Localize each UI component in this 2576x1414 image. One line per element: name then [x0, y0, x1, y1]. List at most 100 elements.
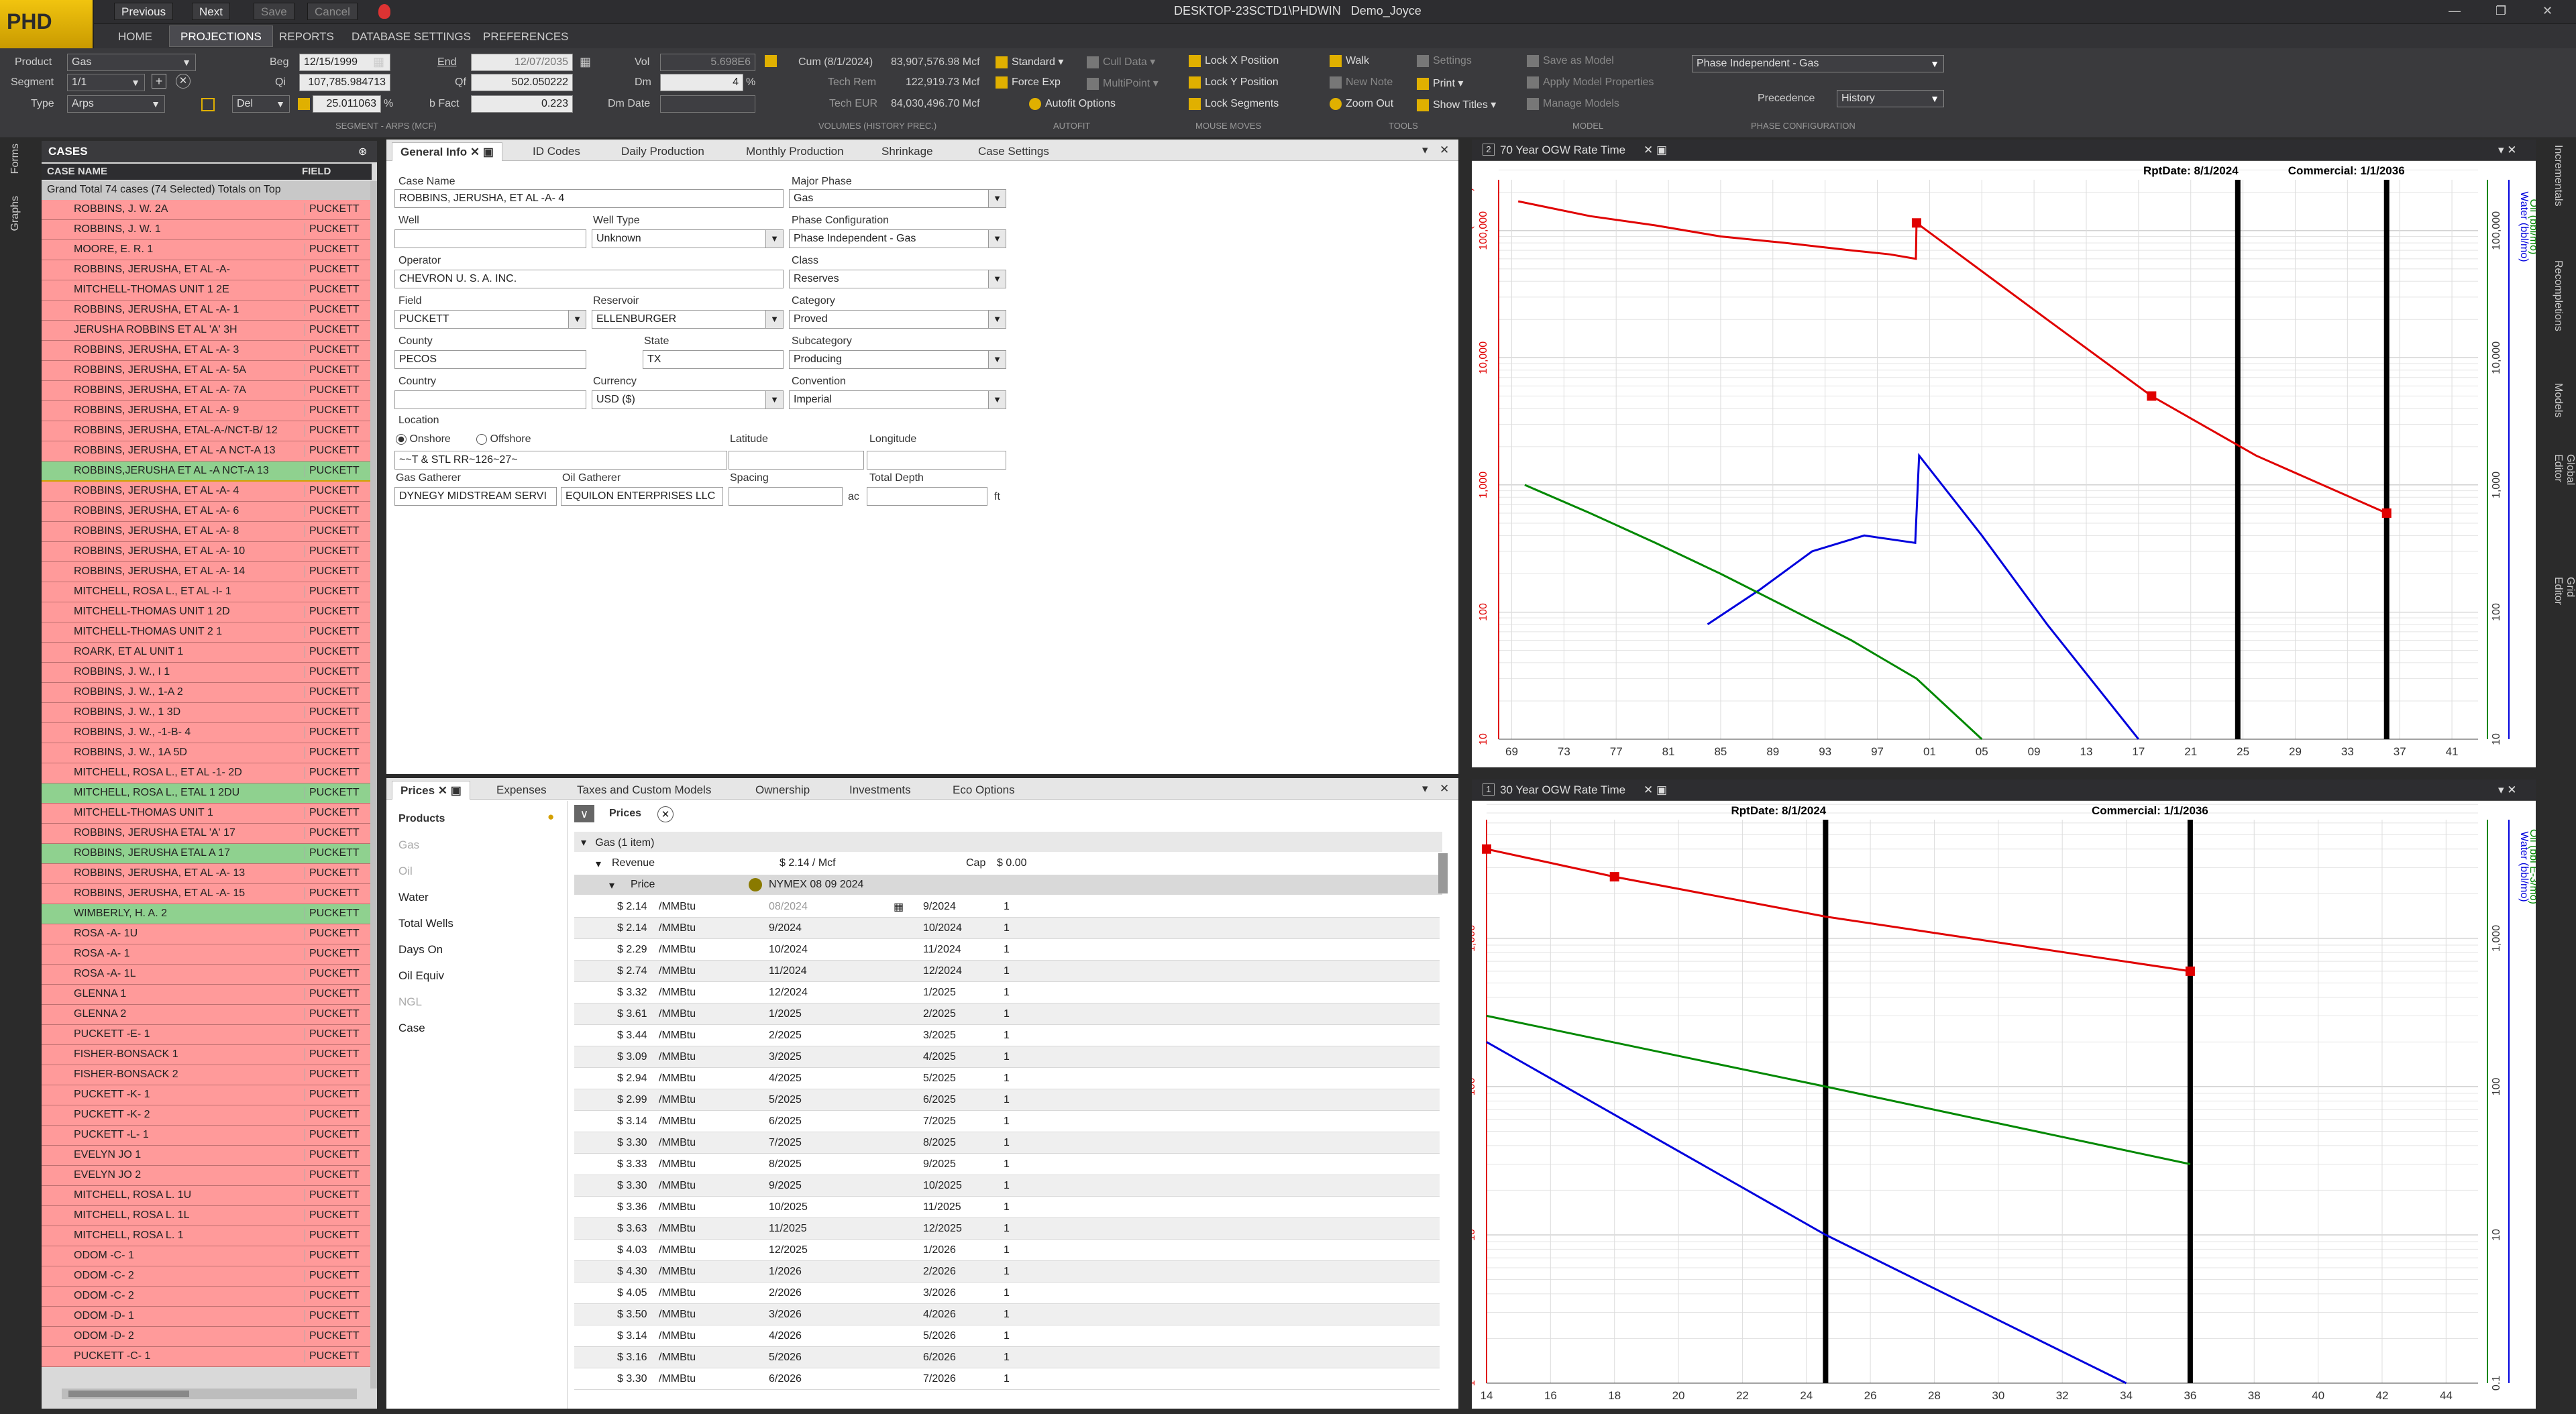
case-row[interactable]: ROARK, ET AL UNIT 1 PUCKETT	[42, 643, 370, 663]
operator-field[interactable]: CHEVRON U. S. A. INC.	[394, 270, 784, 288]
menu-home[interactable]: HOME	[107, 28, 163, 46]
menu-preferences[interactable]: PREFERENCES	[472, 28, 580, 46]
major-phase-select[interactable]: Gas ▼	[789, 189, 1006, 208]
case-row[interactable]: ROBBINS, J. W., I 1 PUCKETT	[42, 663, 370, 683]
add-segment-icon[interactable]: +	[152, 74, 166, 89]
standard-button[interactable]: Standard ▾	[996, 55, 1063, 68]
menu-reports[interactable]: REPORTS	[268, 28, 345, 46]
field-select[interactable]: PUCKETT ▼	[394, 310, 586, 329]
case-row[interactable]: ROBBINS, JERUSHA ETAL A 17 PUCKETT	[42, 844, 370, 864]
price-table-row[interactable]: $ 2.94/MMBtu 4/2025 5/2025 1	[574, 1068, 1440, 1089]
case-row[interactable]: MITCHELL, ROSA L., ETAL 1 2DU PUCKETT	[42, 783, 370, 804]
currency-select[interactable]: USD ($) ▼	[592, 390, 784, 409]
convention-select[interactable]: Imperial ▼	[789, 390, 1006, 409]
tab-monthly-production[interactable]: Monthly Production	[738, 142, 852, 161]
case-row[interactable]: PUCKETT -C- 1 PUCKETT	[42, 1347, 370, 1367]
case-row[interactable]: MITCHELL, ROSA L., ET AL -I- 1 PUCKETT	[42, 582, 370, 602]
price-table-row[interactable]: $ 3.14/MMBtu 6/2025 7/2025 1	[574, 1111, 1440, 1132]
case-list-hscrollbar[interactable]	[62, 1389, 357, 1399]
price-table-row[interactable]: $ 3.30/MMBtu 7/2025 8/2025 1	[574, 1132, 1440, 1154]
well-field[interactable]	[394, 229, 586, 248]
minimize-icon[interactable]: —	[2449, 4, 2461, 18]
lock-segments-button[interactable]: Lock Segments	[1189, 98, 1279, 110]
menu-projections[interactable]: PROJECTIONS	[169, 25, 273, 47]
case-row[interactable]: ROBBINS, JERUSHA, ET AL -A- 6 PUCKETT	[42, 502, 370, 522]
price-table-row[interactable]: $ 3.32/MMBtu 12/2024 1/2025 1	[574, 982, 1440, 1003]
price-table-row[interactable]: $ 3.16/MMBtu 5/2026 6/2026 1	[574, 1347, 1440, 1368]
qf-field[interactable]: 502.050222	[471, 74, 573, 91]
price-row[interactable]: ▾ Price NYMEX 08 09 2024	[574, 875, 1442, 895]
product-item[interactable]: Water	[398, 891, 559, 917]
case-row[interactable]: ROBBINS, JERUSHA, ET AL -A- 15 PUCKETT	[42, 884, 370, 904]
side-tab-graphs[interactable]: Graphs	[9, 196, 21, 231]
case-row[interactable]: EVELYN JO 2 PUCKETT	[42, 1166, 370, 1186]
tab-taxes[interactable]: Taxes and Custom Models	[569, 781, 719, 800]
collapse-icon[interactable]: ∨	[574, 805, 594, 822]
onshore-radio[interactable]: Onshore	[396, 433, 451, 445]
case-row[interactable]: MITCHELL-THOMAS UNIT 1 2E PUCKETT	[42, 280, 370, 301]
case-row[interactable]: ODOM -C- 1 PUCKETT	[42, 1246, 370, 1266]
spacing-field[interactable]	[729, 487, 843, 506]
price-table-row[interactable]: $ 2.74/MMBtu 11/2024 12/2024 1	[574, 961, 1440, 982]
case-row[interactable]: ROBBINS, JERUSHA, ETAL-A-/NCT-B/ 12 PUCKE…	[42, 421, 370, 441]
cancel-button[interactable]: Cancel	[307, 3, 358, 20]
case-row[interactable]: WIMBERLY, H. A. 2 PUCKETT	[42, 904, 370, 924]
col-field[interactable]: FIELD	[297, 164, 372, 180]
case-row[interactable]: ROSA -A- 1U PUCKETT	[42, 924, 370, 944]
product-item[interactable]: Total Wells	[398, 917, 559, 943]
subcategory-select[interactable]: Producing ▼	[789, 350, 1006, 369]
case-row[interactable]: ROBBINS, JERUSHA, ET AL -A NCT-A 13 PUCKE…	[42, 441, 370, 461]
products-pin-icon[interactable]: ●	[547, 810, 554, 824]
bfact-field[interactable]: 0.223	[471, 95, 573, 113]
end-field[interactable]: 12/07/2035	[471, 54, 573, 71]
col-case-name[interactable]: CASE NAME	[42, 164, 297, 180]
tab-prices[interactable]: Prices ✕ ▣	[392, 781, 470, 800]
chart2-area[interactable]: 14 16 18 20 22 24 26 28 30 32 34 36 38 40 42 44 1 10 100 1,…	[1451, 796, 2539, 1409]
flame-icon[interactable]	[378, 4, 390, 19]
case-row[interactable]: FISHER-BONSACK 1 PUCKETT	[42, 1045, 370, 1065]
case-row[interactable]: ROBBINS, JERUSHA, ET AL -A- 4 PUCKETT	[42, 480, 370, 503]
price-table-row[interactable]: $ 3.50/MMBtu 3/2026 4/2026 1	[574, 1304, 1440, 1325]
manage-models-button[interactable]: Manage Models	[1527, 98, 1619, 110]
case-row[interactable]: PUCKETT -L- 1 PUCKETT	[42, 1126, 370, 1146]
case-row[interactable]: PUCKETT -K- 2 PUCKETT	[42, 1105, 370, 1126]
case-row[interactable]: PUCKETT -K- 1 PUCKETT	[42, 1085, 370, 1105]
print-button[interactable]: Print ▾	[1417, 76, 1463, 90]
total-depth-field[interactable]	[867, 487, 987, 506]
prices-menu-icon[interactable]: ▾	[1422, 782, 1428, 796]
price-table-row[interactable]: $ 4.05/MMBtu 2/2026 3/2026 1	[574, 1283, 1440, 1304]
location-field[interactable]: ~~T & STL RR~126~27~	[394, 451, 727, 470]
panel-menu-icon[interactable]: ▾	[1422, 144, 1428, 157]
case-row[interactable]: ROBBINS, J. W. 1 PUCKETT	[42, 220, 370, 240]
tab-shrinkage[interactable]: Shrinkage	[873, 142, 941, 161]
price-table-row[interactable]: $ 2.99/MMBtu 5/2025 6/2025 1	[574, 1089, 1440, 1111]
case-row[interactable]: EVELYN JO 1 PUCKETT	[42, 1146, 370, 1166]
well-type-select[interactable]: Unknown ▼	[592, 229, 784, 248]
case-row[interactable]: ROBBINS, J. W., -1-B- 4 PUCKETT	[42, 723, 370, 743]
product-item[interactable]: Oil	[398, 865, 559, 891]
side-tab-forms[interactable]: Forms	[9, 144, 21, 174]
class-select[interactable]: Reserves ▼	[789, 270, 1006, 288]
product-item[interactable]: Oil Equiv	[398, 969, 559, 995]
prices-scrollbar[interactable]	[1438, 853, 1448, 893]
apply-model-button[interactable]: Apply Model Properties	[1527, 76, 1654, 89]
dm-field[interactable]: 4	[660, 74, 743, 91]
latitude-field[interactable]	[729, 451, 864, 470]
tab-eco-options[interactable]: Eco Options	[945, 781, 1023, 800]
county-field[interactable]: PECOS	[394, 350, 586, 369]
tab-investments[interactable]: Investments	[841, 781, 919, 800]
price-table-row[interactable]: $ 2.14/MMBtu 9/2024 10/2024 1	[574, 918, 1440, 939]
price-table-row[interactable]: $ 3.63/MMBtu 11/2025 12/2025 1	[574, 1218, 1440, 1240]
state-field[interactable]: TX	[643, 350, 784, 369]
vol-field[interactable]: 5.698E6	[660, 54, 755, 71]
price-table-row[interactable]: $ 3.44/MMBtu 2/2025 3/2025 1	[574, 1025, 1440, 1046]
case-row[interactable]: ODOM -D- 1 PUCKETT	[42, 1307, 370, 1327]
case-row[interactable]: MITCHELL, ROSA L. 1L PUCKETT	[42, 1206, 370, 1226]
price-table-row[interactable]: $ 4.03/MMBtu 12/2025 1/2026 1	[574, 1240, 1440, 1261]
side-tab-right[interactable]: Models	[2552, 383, 2564, 418]
case-row[interactable]: ROBBINS, JERUSHA, ET AL -A- 10 PUCKETT	[42, 542, 370, 562]
case-row[interactable]: ROSA -A- 1 PUCKETT	[42, 944, 370, 965]
case-list-scrollbar[interactable]	[370, 181, 377, 1389]
phase-config-select[interactable]: Phase Independent - Gas ▼	[1692, 55, 1944, 72]
product-item[interactable]: Case	[398, 1022, 559, 1048]
